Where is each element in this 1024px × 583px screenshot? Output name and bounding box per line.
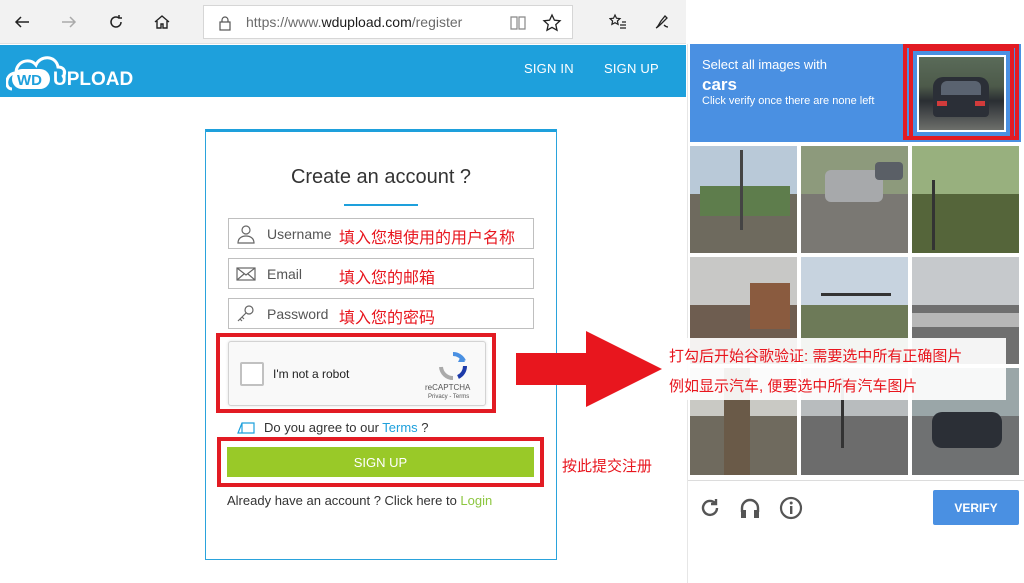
- lock-icon: [219, 16, 231, 31]
- captcha-annotation-box: 打勾后开始谷歌验证: 需要选中所有正确图片 例如显示汽车, 便要选中所有汽车图片: [668, 338, 1006, 400]
- terms-agreement: Do you agree to our Terms ?: [264, 420, 429, 435]
- page-title: Create an account ?: [290, 166, 472, 188]
- captcha-annotation-line2: 例如显示汽车, 便要选中所有汽车图片: [669, 378, 918, 395]
- verify-button[interactable]: VERIFY: [933, 490, 1019, 525]
- title-divider: [344, 204, 418, 206]
- audio-headphones-icon[interactable]: [738, 496, 762, 520]
- captcha-annotation-line1: 打勾后开始谷歌验证: 需要选中所有正确图片: [669, 348, 963, 365]
- password-annotation: 填入您的密码: [339, 310, 436, 327]
- logo-upload-text: UPLOAD: [53, 69, 133, 90]
- email-field[interactable]: Email 填入您的邮箱: [228, 258, 534, 289]
- user-icon: [237, 225, 255, 244]
- arrow-right-icon: [516, 331, 662, 407]
- pen-icon[interactable]: [646, 6, 678, 38]
- envelope-icon: [236, 267, 256, 281]
- challenge-instruction: Select all images with: [702, 57, 827, 72]
- password-field[interactable]: Password 填入您的密码: [228, 298, 534, 329]
- refresh-icon[interactable]: [100, 6, 132, 38]
- terms-suffix: ?: [417, 420, 429, 435]
- challenge-tile-1[interactable]: [690, 146, 797, 253]
- challenge-tile-3[interactable]: [912, 146, 1019, 253]
- signup-highlight-box: [217, 437, 544, 487]
- username-field[interactable]: Username 填入您想使用的用户名称: [228, 218, 534, 249]
- wdupload-logo[interactable]: WD UPLOAD: [6, 49, 166, 95]
- email-annotation: 填入您的邮箱: [339, 270, 436, 287]
- forward-icon[interactable]: [53, 6, 85, 38]
- reader-view-icon[interactable]: [509, 14, 527, 32]
- challenge-target: cars: [702, 75, 737, 94]
- login-link[interactable]: Login: [460, 493, 492, 508]
- logo-wd-text: WD: [17, 72, 42, 89]
- terms-tag-icon: [237, 422, 255, 434]
- username-placeholder: Username: [267, 226, 332, 242]
- terms-link[interactable]: Terms: [382, 420, 417, 435]
- url-text: https://www.wdupload.com/register: [246, 14, 463, 30]
- favorite-star-icon[interactable]: [542, 13, 562, 33]
- nav-sign-in[interactable]: SIGN IN: [524, 61, 574, 76]
- email-placeholder: Email: [267, 266, 303, 282]
- reload-icon[interactable]: [698, 496, 722, 520]
- info-icon[interactable]: [779, 496, 803, 520]
- key-icon: [237, 305, 254, 322]
- password-placeholder: Password: [267, 306, 329, 322]
- sample-highlight-box: [903, 44, 1019, 140]
- address-bar[interactable]: https://www.wdupload.com/register: [203, 5, 573, 39]
- submit-annotation: 按此提交注册: [562, 458, 653, 475]
- login-prompt: Already have an account ? Click here to …: [227, 493, 492, 508]
- back-icon[interactable]: [6, 6, 38, 38]
- terms-prefix: Do you agree to our: [264, 420, 383, 435]
- browser-toolbar: https://www.wdupload.com/register: [0, 0, 686, 44]
- home-icon[interactable]: [146, 6, 178, 38]
- challenge-tile-2[interactable]: [801, 146, 908, 253]
- username-annotation: 填入您想使用的用户名称: [339, 230, 516, 247]
- challenge-hint: Click verify once there are none left: [702, 95, 875, 107]
- favorites-list-icon[interactable]: [602, 6, 634, 38]
- site-header: WD UPLOAD SIGN IN SIGN UP: [0, 45, 686, 97]
- challenge-footer-divider: [688, 480, 1024, 481]
- nav-sign-up[interactable]: SIGN UP: [604, 61, 659, 76]
- captcha-highlight-box: [216, 333, 496, 413]
- login-prefix: Already have an account ? Click here to: [227, 493, 461, 508]
